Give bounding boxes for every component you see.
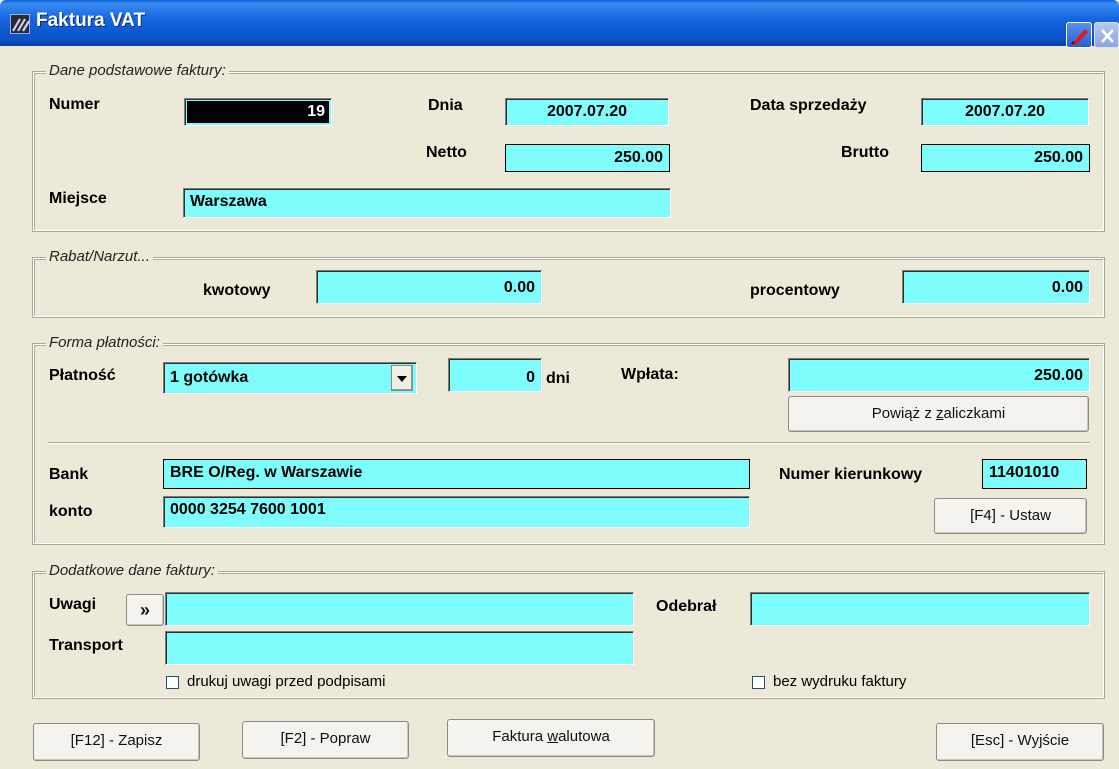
transport-field[interactable] — [165, 631, 634, 665]
days-label: dni — [546, 370, 570, 387]
kwotowy-field[interactable]: 0.00 — [316, 270, 542, 304]
konto-label: konto — [49, 503, 93, 520]
dnia-field[interactable]: 2007.07.20 — [505, 98, 669, 126]
app-icon — [10, 14, 30, 34]
chevron-down-icon — [397, 376, 407, 382]
transport-label: Transport — [49, 637, 123, 654]
dnia-label: Dnia — [428, 97, 463, 114]
bez-wydruku-checkbox[interactable] — [752, 676, 765, 689]
miejsce-label: Miejsce — [49, 190, 107, 207]
drukuj-uwagi-label: drukuj uwagi przed podpisami — [187, 673, 386, 690]
numer-field[interactable]: 19 — [184, 98, 332, 126]
odebral-label: Odebrał — [656, 598, 717, 615]
close-icon — [1101, 29, 1114, 43]
numer-label: Numer — [49, 96, 100, 113]
ustaw-button[interactable]: [F4] - Ustaw — [934, 498, 1087, 534]
window-title: Faktura VAT — [36, 10, 146, 31]
powiaz-key: z — [936, 405, 944, 422]
basic-data-group-title: Dane podstawowe faktury: — [46, 62, 229, 79]
payment-group-title: Forma płatności: — [46, 334, 163, 351]
netto-label: Netto — [426, 144, 467, 161]
netto-field[interactable]: 250.00 — [505, 144, 670, 172]
uwagi-field[interactable] — [165, 592, 634, 626]
brutto-label: Brutto — [841, 144, 889, 161]
close-button[interactable] — [1094, 22, 1119, 48]
faktura-walutowa-button[interactable]: Faktura walutowa — [447, 719, 655, 757]
platnosc-select[interactable]: 1 gotówka — [163, 362, 417, 394]
data-sprzedazy-field[interactable]: 2007.07.20 — [921, 98, 1089, 126]
odebral-field[interactable] — [750, 592, 1090, 626]
drukuj-uwagi-checkbox[interactable] — [166, 676, 179, 689]
help-button[interactable] — [1066, 22, 1092, 48]
walutowa-key: w — [547, 728, 559, 745]
wplata-label: Wpłata: — [621, 366, 679, 383]
powiaz-prefix: Powiąż z — [871, 405, 936, 422]
miejsce-field[interactable]: Warszawa — [183, 188, 671, 218]
konto-field[interactable]: 0000 3254 7600 1001 — [163, 496, 750, 528]
powiaz-z-zaliczkami-button[interactable]: Powiąż z zaliczkami — [788, 396, 1089, 432]
walutowa-prefix: Faktura — [492, 728, 548, 745]
pencil-icon — [1071, 29, 1088, 45]
wyjscie-button[interactable]: [Esc] - Wyjście — [936, 723, 1104, 761]
data-sprzedazy-label: Data sprzedaży — [750, 97, 867, 114]
walutowa-suffix: alutowa — [558, 728, 610, 745]
popraw-button[interactable]: [F2] - Popraw — [242, 721, 409, 759]
numer-kierunkowy-label: Numer kierunkowy — [779, 466, 923, 483]
payment-divider — [48, 442, 1090, 444]
powiaz-suffix: aliczkami — [943, 405, 1006, 422]
zapisz-button[interactable]: [F12] - Zapisz — [33, 723, 200, 761]
bank-field[interactable]: BRE O/Reg. w Warszawie — [163, 459, 750, 489]
kwotowy-label: kwotowy — [203, 282, 271, 299]
platnosc-dropdown-button[interactable] — [391, 365, 413, 391]
wplata-field[interactable]: 250.00 — [788, 358, 1090, 392]
title-bar: Faktura VAT — [0, 0, 1119, 48]
days-field[interactable]: 0 — [448, 358, 542, 392]
platnosc-value: 1 gotówka — [170, 369, 249, 386]
uwagi-label: Uwagi — [49, 596, 97, 613]
bez-wydruku-label: bez wydruku faktury — [773, 673, 907, 690]
procentowy-field[interactable]: 0.00 — [902, 270, 1090, 304]
rabat-group-title: Rabat/Narzut... — [46, 248, 153, 265]
procentowy-label: procentowy — [750, 282, 840, 299]
bank-label: Bank — [49, 466, 89, 483]
numer-kierunkowy-field[interactable]: 11401010 — [982, 459, 1087, 489]
brutto-field[interactable]: 250.00 — [921, 144, 1090, 172]
extra-data-group-title: Dodatkowe dane faktury: — [46, 562, 218, 579]
platnosc-label: Płatność — [49, 367, 116, 384]
numer-value: 19 — [187, 101, 329, 123]
uwagi-expand-button[interactable]: » — [126, 594, 164, 626]
